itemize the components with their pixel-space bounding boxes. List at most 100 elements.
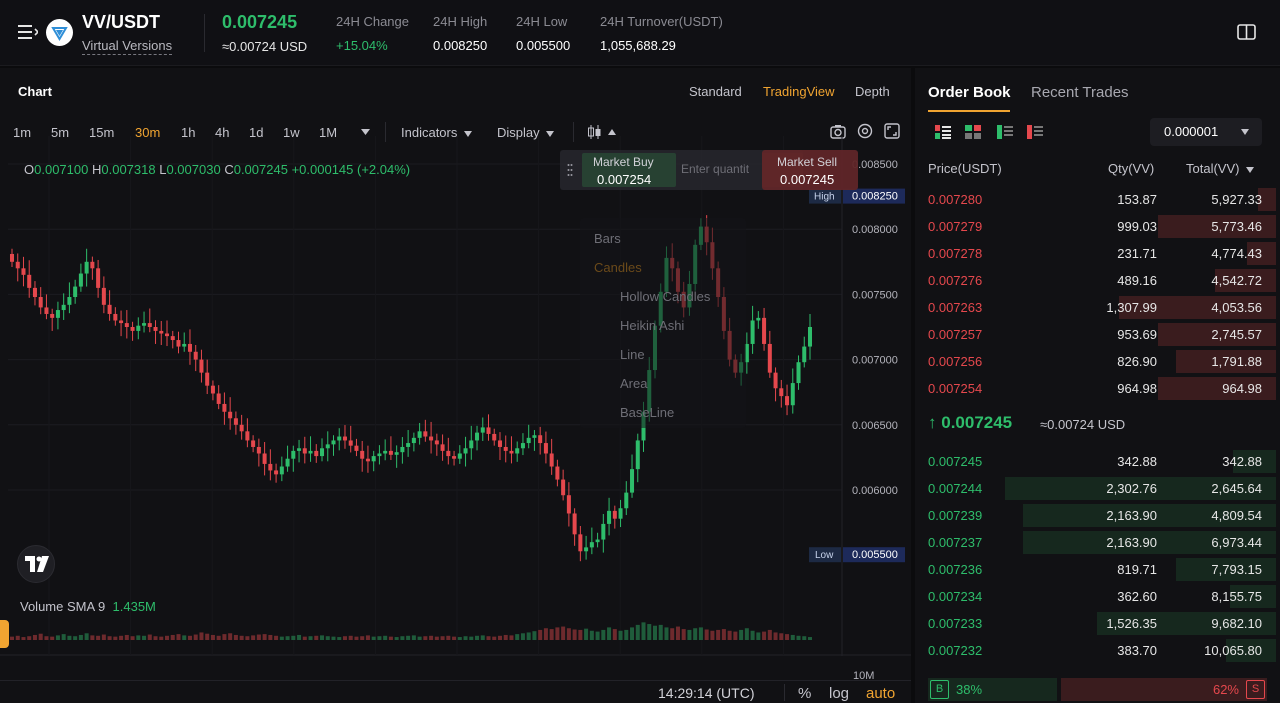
market-buy-button[interactable]: Market Buy 0.007254	[582, 153, 676, 187]
bid-row[interactable]: 0.007244 2,302.76 2,645.64	[915, 475, 1280, 502]
side-panel-handle[interactable]	[0, 620, 9, 648]
pair-symbol[interactable]: VV/USDT	[82, 12, 160, 33]
volume-bar	[268, 634, 273, 640]
chart-type-bars[interactable]: Bars	[594, 231, 621, 246]
bids-only-icon[interactable]	[997, 125, 1013, 139]
candle-body	[624, 492, 629, 509]
precision-select[interactable]: 0.000001	[1150, 118, 1262, 146]
low-value: 0.007030	[166, 162, 221, 177]
chart-type-baseline[interactable]: BaseLine	[620, 405, 674, 420]
ask-row[interactable]: 0.007279 999.03 5,773.46	[915, 213, 1280, 240]
ask-row[interactable]: 0.007254 964.98 964.98	[915, 375, 1280, 402]
quantity-input[interactable]: Enter quantit	[681, 162, 749, 176]
ask-row[interactable]: 0.007278 231.71 4,774.43	[915, 240, 1280, 267]
log-scale-button[interactable]: log	[829, 685, 849, 702]
volume-bar	[790, 634, 795, 640]
ask-row[interactable]: 0.007263 1,307.99 4,053.56	[915, 294, 1280, 321]
tab-order-book[interactable]: Order Book	[928, 84, 1011, 101]
row-qty: 362.60	[1117, 589, 1157, 604]
row-price: 0.007237	[928, 535, 983, 550]
candle-body	[107, 304, 112, 314]
row-total: 10,065.80	[1204, 643, 1262, 658]
candle-body	[543, 443, 548, 454]
both-sides-icon[interactable]	[935, 125, 951, 139]
volume-bar	[561, 626, 566, 640]
volume-bar	[727, 630, 732, 640]
volume-bar	[520, 633, 525, 640]
candle-body	[153, 327, 158, 331]
volume-bar	[509, 635, 514, 640]
volume-bar	[434, 636, 439, 640]
volume-bar	[658, 624, 663, 640]
candle-body	[492, 433, 497, 441]
row-qty: 2,163.90	[1106, 535, 1157, 550]
candle-body	[807, 327, 813, 347]
tradingview-logo[interactable]	[17, 545, 55, 583]
chart-type-menu: Bars Candles Hollow Candles Heikin Ashi …	[580, 218, 746, 428]
menu-icon[interactable]	[18, 23, 38, 41]
ticker-header: VV/USDT Virtual Versions 0.007245 ≈0.007…	[0, 0, 1280, 66]
candle-body	[612, 510, 617, 519]
tab-tradingview[interactable]: TradingView	[763, 84, 835, 99]
volume-axis-label: 10M	[853, 670, 874, 680]
candle-body	[802, 346, 807, 363]
book-icon[interactable]	[1237, 24, 1256, 40]
order-book-panel: Order Book Recent Trades 0.000001 Price(…	[915, 68, 1280, 703]
close-value: 0.007245	[233, 162, 288, 177]
auto-scale-button[interactable]: auto	[866, 685, 895, 702]
volume-bar	[687, 629, 692, 640]
candle-body	[84, 261, 89, 274]
y-tick-label: 0.006000	[852, 485, 898, 497]
volume-bar	[354, 636, 359, 640]
ask-row[interactable]: 0.007280 153.87 5,927.33	[915, 186, 1280, 213]
column-total[interactable]: Total(VV)	[1186, 161, 1255, 176]
candle-body	[406, 443, 411, 447]
chart-type-area[interactable]: Area	[620, 376, 647, 391]
stat-label: 24H Turnover(USDT)	[600, 14, 723, 29]
split-view-icon[interactable]	[965, 125, 981, 139]
candle-body	[434, 440, 439, 445]
bid-row[interactable]: 0.007245 342.88 342.88	[915, 448, 1280, 475]
asks-only-icon[interactable]	[1027, 125, 1043, 139]
bid-row[interactable]: 0.007234 362.60 8,155.75	[915, 583, 1280, 610]
bid-row[interactable]: 0.007233 1,526.35 9,682.10	[915, 610, 1280, 637]
candle-body	[222, 403, 227, 412]
candle-body	[124, 323, 129, 327]
tab-depth[interactable]: Depth	[855, 84, 890, 99]
tab-recent-trades[interactable]: Recent Trades	[1031, 84, 1129, 101]
market-sell-label: Market Sell	[777, 155, 838, 169]
pair-name[interactable]: Virtual Versions	[82, 38, 173, 55]
volume-bar	[251, 635, 256, 640]
ask-row[interactable]: 0.007256 826.90 1,791.88	[915, 348, 1280, 375]
candle-body	[67, 297, 72, 305]
volume-bar	[205, 633, 210, 640]
bid-row[interactable]: 0.007232 383.70 10,065.80	[915, 637, 1280, 664]
candle-body	[32, 287, 37, 298]
bid-row[interactable]: 0.007237 2,163.90 6,973.44	[915, 529, 1280, 556]
row-price: 0.007232	[928, 643, 983, 658]
chart-type-line[interactable]: Line	[620, 347, 645, 362]
sell-badge: S	[1246, 680, 1265, 699]
percent-scale-button[interactable]: %	[798, 685, 811, 702]
candle-body	[113, 313, 118, 321]
candle-body	[61, 304, 66, 311]
bid-row[interactable]: 0.007236 819.71 7,793.15	[915, 556, 1280, 583]
drag-handle-icon[interactable]	[567, 163, 573, 177]
candle-body	[601, 523, 606, 540]
chart-type-candles[interactable]: Candles	[594, 260, 642, 275]
market-sell-panel[interactable]: Market Sell 0.007245	[762, 150, 858, 190]
bid-row[interactable]: 0.007239 2,163.90 4,809.54	[915, 502, 1280, 529]
ask-row[interactable]: 0.007257 953.69 2,745.57	[915, 321, 1280, 348]
chart-type-heikin-ashi[interactable]: Heikin Ashi	[620, 318, 684, 333]
candle-body	[44, 307, 49, 314]
volume-bar	[744, 628, 749, 640]
row-total: 1,791.88	[1211, 354, 1262, 369]
candle-body	[268, 463, 273, 471]
chart-type-hollow-candles[interactable]: Hollow Candles	[620, 289, 710, 304]
timeframe-dropdown-icon[interactable]	[361, 129, 370, 135]
volume-bar	[383, 635, 388, 640]
volume-label: Volume SMA 9	[20, 599, 106, 614]
tab-standard[interactable]: Standard	[689, 84, 742, 99]
ask-row[interactable]: 0.007276 489.16 4,542.72	[915, 267, 1280, 294]
buy-sell-ratio: B 38% 62% S	[928, 678, 1267, 701]
